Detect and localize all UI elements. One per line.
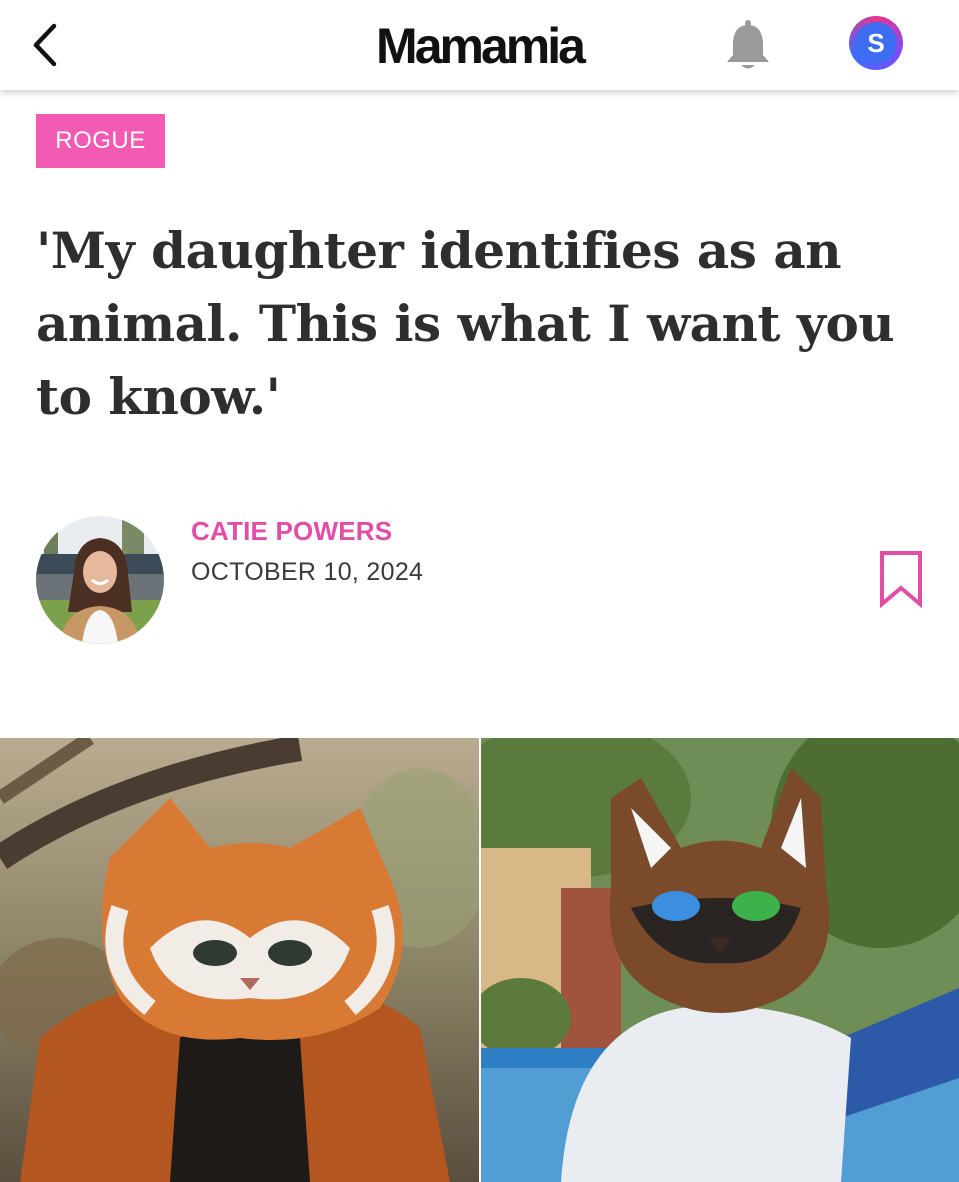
author-photo-image <box>36 516 164 644</box>
cat-mask-photo <box>481 738 959 1182</box>
profile-avatar-button[interactable]: S <box>849 16 903 70</box>
fox-mask-photo <box>0 738 479 1182</box>
notifications-button[interactable] <box>722 18 774 74</box>
article-photo-right <box>481 738 959 1182</box>
publish-date: OCTOBER 10, 2024 <box>191 558 424 586</box>
bookmark-icon <box>880 551 922 609</box>
bell-icon <box>727 20 769 69</box>
profile-initial: S <box>855 22 897 64</box>
article-headline: 'My daughter identifies as an animal. Th… <box>36 221 895 426</box>
category-tag[interactable]: ROGUE <box>36 114 165 168</box>
top-nav-bar: Mamamia S <box>0 0 959 90</box>
article-photo-left <box>0 738 479 1182</box>
author-avatar[interactable] <box>36 516 164 644</box>
bookmark-button[interactable] <box>878 550 924 609</box>
author-name[interactable]: CATIE POWERS <box>191 516 392 547</box>
brand-logo[interactable]: Mamamia <box>0 14 959 78</box>
